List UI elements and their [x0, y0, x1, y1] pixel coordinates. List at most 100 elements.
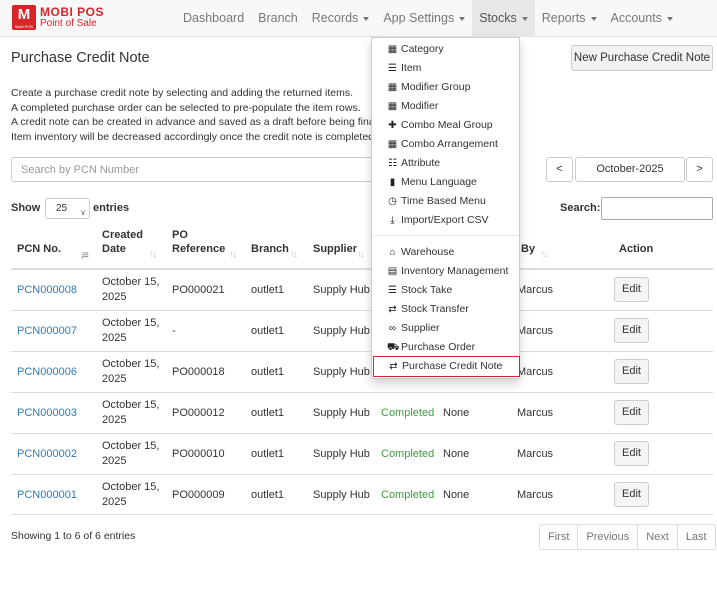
menu-item-import-export-csv[interactable]: ⤓ Import/Export CSV [372, 211, 519, 230]
created-date: October 15, 2025 [102, 480, 159, 510]
menu-item-purchase-order[interactable]: ⛟ Purchase Order [372, 338, 519, 357]
status: Completed [381, 407, 435, 419]
header-label: Reference [172, 243, 226, 255]
pcn-link[interactable]: PCN000007 [17, 324, 77, 339]
clock-icon: ◷ [388, 196, 397, 207]
new-purchase-credit-note-button[interactable]: New Purchase Credit Note [571, 45, 713, 71]
stocks-dropdown-menu: ▦ Category ☰ Item ▦ Modifier Group ▦ Modifie… [371, 37, 520, 379]
page-size-select[interactable]: 25 ∨ [45, 198, 90, 219]
reference: None [443, 448, 470, 460]
table-row: PCN000003 October 15, 2025 PO000012 outle… [11, 392, 713, 433]
table-row: PCN000001 October 15, 2025 PO000009 outle… [11, 474, 713, 515]
transfer-icon: ⇄ [388, 304, 397, 315]
th-supplier[interactable]: Supplier [313, 242, 357, 256]
header-label: By [521, 243, 536, 255]
menu-item-warehouse[interactable]: ⌂ Warehouse [372, 243, 519, 262]
created-by: Marcus [517, 366, 554, 378]
menu-item-purchase-credit-note[interactable]: ⇄ Purchase Credit Note [373, 356, 520, 377]
th-created-date[interactable]: Created Date [102, 228, 143, 256]
header-label: PO [172, 229, 188, 241]
header-label: Branch [251, 243, 289, 255]
th-po-reference[interactable]: PO Reference [172, 228, 225, 256]
edit-button[interactable]: Edit [614, 400, 649, 425]
edit-button[interactable]: Edit [614, 277, 649, 302]
supplier: Supply Hub [313, 407, 370, 419]
date-line: 2025 [102, 332, 127, 344]
branch: outlet1 [251, 448, 285, 460]
menu-item-item[interactable]: ☰ Item [372, 59, 519, 78]
edit-button[interactable]: Edit [614, 482, 649, 507]
month-picker[interactable]: October-2025 [575, 157, 685, 182]
menu-label: Modifier [401, 100, 439, 112]
reference: None [443, 489, 470, 501]
status: Completed [381, 448, 435, 460]
date-line: 2025 [102, 373, 127, 385]
pcn-link[interactable]: PCN000001 [17, 488, 77, 503]
nav-reports[interactable]: Reports [535, 0, 604, 37]
menu-label: Stock Transfer [401, 303, 469, 315]
menu-item-attribute[interactable]: ☷ Attribute [372, 154, 519, 173]
menu-item-inventory-management[interactable]: ▤ Inventory Management [372, 262, 519, 281]
brand-logo[interactable]: M Mobi POS MOBI POS Point of Sale [12, 5, 104, 30]
nav-accounts[interactable]: Accounts [604, 0, 680, 37]
date-line: 2025 [102, 455, 127, 467]
pcn-link[interactable]: PCN000003 [17, 406, 77, 421]
menu-item-category[interactable]: ▦ Category [372, 40, 519, 59]
reference: None [443, 407, 470, 419]
po-reference: PO000009 [172, 489, 225, 501]
logo-letter: M [17, 6, 31, 23]
menu-label: Category [401, 43, 444, 55]
page-next-button[interactable]: Next [637, 525, 677, 549]
show-label: Show [11, 202, 41, 214]
pcn-link[interactable]: PCN000002 [17, 447, 77, 462]
logo-sub: Mobi POS [14, 24, 34, 29]
menu-label: Item [401, 62, 422, 74]
page-last-button[interactable]: Last [676, 525, 715, 549]
showing-entries-info: Showing 1 to 6 of 6 entries [11, 530, 136, 542]
menu-label: Stock Take [401, 284, 453, 296]
pcn-search-input[interactable] [11, 157, 381, 182]
page-first-button[interactable]: First [540, 525, 577, 549]
menu-item-modifier[interactable]: ▦ Modifier [372, 97, 519, 116]
supplier: Supply Hub [313, 448, 370, 460]
nav-records[interactable]: Records [305, 0, 377, 37]
date-line: October 15, [102, 358, 160, 370]
pcn-link[interactable]: PCN000006 [17, 365, 77, 380]
nav-stocks[interactable]: Stocks [472, 0, 535, 37]
menu-item-time-based-menu[interactable]: ◷ Time Based Menu [372, 192, 519, 211]
description-line: Item inventory will be decreased accordi… [11, 130, 373, 143]
menu-item-combo-meal-group[interactable]: ✚ Combo Meal Group [372, 116, 519, 135]
date-line: October 15, [102, 399, 160, 411]
menu-item-stock-take[interactable]: ☰ Stock Take [372, 281, 519, 300]
nav-app-settings[interactable]: App Settings [376, 0, 472, 37]
date-line: 2025 [102, 291, 127, 303]
created-by: Marcus [517, 448, 554, 460]
pcn-link[interactable]: PCN000008 [17, 283, 77, 298]
th-branch[interactable]: Branch [251, 242, 289, 256]
edit-button[interactable]: Edit [614, 441, 649, 466]
table-search-input[interactable] [601, 197, 713, 220]
next-month-button[interactable]: > [686, 157, 713, 182]
nav-branch[interactable]: Branch [251, 0, 305, 37]
edit-button[interactable]: Edit [614, 359, 649, 384]
date-line: October 15, [102, 481, 160, 493]
th-pcn-no[interactable]: PCN No. [17, 242, 61, 256]
nav-dashboard[interactable]: Dashboard [176, 0, 251, 37]
page-title: Purchase Credit Note [11, 50, 150, 66]
menu-item-menu-language[interactable]: ▮ Menu Language [372, 173, 519, 192]
table-row: PCN000008 October 15, 2025 PO000021 outle… [11, 269, 713, 310]
menu-item-supplier[interactable]: ∞ Supplier [372, 319, 519, 338]
page-previous-button[interactable]: Previous [577, 525, 637, 549]
prev-month-button[interactable]: < [546, 157, 573, 182]
list-icon: ☰ [388, 285, 397, 296]
branch: outlet1 [251, 325, 285, 337]
edit-button[interactable]: Edit [614, 318, 649, 343]
supplier: Supply Hub [313, 284, 370, 296]
menu-divider [372, 235, 519, 236]
th-by[interactable]: By [521, 242, 535, 256]
menu-item-modifier-group[interactable]: ▦ Modifier Group [372, 78, 519, 97]
menu-label: Import/Export CSV [401, 214, 489, 226]
search-label: Search: [560, 202, 601, 214]
menu-item-stock-transfer[interactable]: ⇄ Stock Transfer [372, 300, 519, 319]
menu-item-combo-arrangement[interactable]: ▦ Combo Arrangement [372, 135, 519, 154]
